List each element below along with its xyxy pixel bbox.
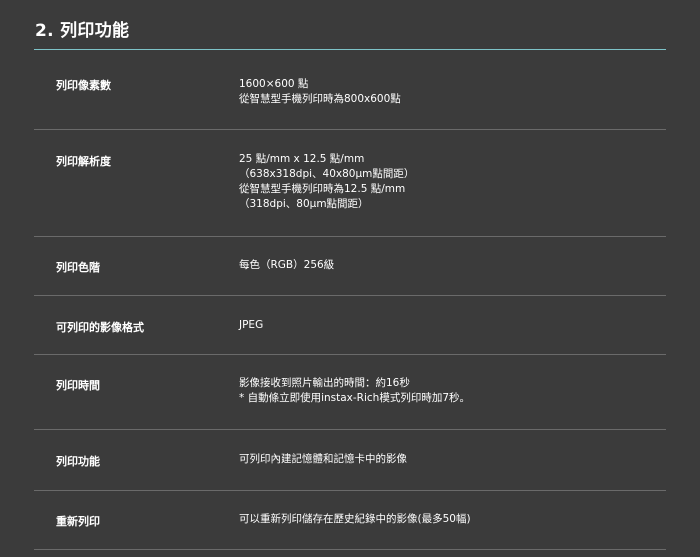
section-header: 2. 列印功能 xyxy=(34,0,666,50)
spec-row-print-resolution: 列印解析度 25 點/mm x 12.5 點/mm （638x318dpi、40… xyxy=(34,130,666,237)
spec-label: 重新列印 xyxy=(56,515,100,528)
spec-value-line: 可以重新列印儲存在歷史紀錄中的影像(最多50幅) xyxy=(239,513,471,525)
section-title: 2. 列印功能 xyxy=(35,21,130,41)
spec-value: JPEG xyxy=(239,318,263,333)
spec-value-line: 可列印內建記憶體和記憶卡中的影像 xyxy=(239,453,407,465)
spec-label: 列印色階 xyxy=(56,261,100,274)
spec-label: 列印時間 xyxy=(56,379,100,392)
spec-label: 可列印的影像格式 xyxy=(56,321,144,334)
spec-row-print-features: 列印功能 可列印內建記憶體和記憶卡中的影像 xyxy=(34,430,666,491)
spec-row-image-format: 可列印的影像格式 JPEG xyxy=(34,296,666,355)
spec-table: 列印像素數 1600×600 點 從智慧型手機列印時為800x600點 列印解析… xyxy=(34,50,666,550)
spec-value-line: （638x318dpi、40x80μm點間距） xyxy=(239,168,415,180)
spec-row-color-gradation: 列印色階 每色（RGB）256級 xyxy=(34,237,666,296)
spec-value-line: 影像接收到照片輸出的時間：約16秒 xyxy=(239,377,410,389)
spec-value: 每色（RGB）256級 xyxy=(239,258,334,273)
spec-row-reprint: 重新列印 可以重新列印儲存在歷史紀錄中的影像(最多50幅) xyxy=(34,491,666,550)
spec-value-line: 每色（RGB）256級 xyxy=(239,259,335,271)
spec-value-line: JPEG xyxy=(239,319,264,331)
spec-value-line: （318dpi、80μm點間距） xyxy=(239,198,369,210)
spec-value: 可列印內建記憶體和記憶卡中的影像 xyxy=(239,452,407,467)
spec-value-line: 從智慧型手機列印時為12.5 點/mm xyxy=(239,183,406,195)
spec-value-line: * 自動條立即使用instax-Rich模式列印時加7秒。 xyxy=(239,392,471,404)
spec-value-line: 25 點/mm x 12.5 點/mm xyxy=(239,153,365,165)
spec-value: 影像接收到照片輸出的時間：約16秒 * 自動條立即使用instax-Rich模式… xyxy=(239,376,470,406)
spec-value-line: 1600×600 點 xyxy=(239,78,309,90)
spec-value: 可以重新列印儲存在歷史紀錄中的影像(最多50幅) xyxy=(239,512,471,527)
spec-label: 列印功能 xyxy=(56,455,100,468)
spec-label: 列印解析度 xyxy=(56,155,111,168)
spec-value: 25 點/mm x 12.5 點/mm （638x318dpi、40x80μm點… xyxy=(239,152,414,212)
spec-value-line: 從智慧型手機列印時為800x600點 xyxy=(239,93,401,105)
spec-value: 1600×600 點 從智慧型手機列印時為800x600點 xyxy=(239,77,401,107)
print-function-section: 2. 列印功能 列印像素數 1600×600 點 從智慧型手機列印時為800x6… xyxy=(34,0,666,550)
spec-row-print-pixels: 列印像素數 1600×600 點 從智慧型手機列印時為800x600點 xyxy=(34,50,666,130)
spec-row-print-time: 列印時間 影像接收到照片輸出的時間：約16秒 * 自動條立即使用instax-R… xyxy=(34,355,666,430)
spec-label: 列印像素數 xyxy=(56,79,111,92)
